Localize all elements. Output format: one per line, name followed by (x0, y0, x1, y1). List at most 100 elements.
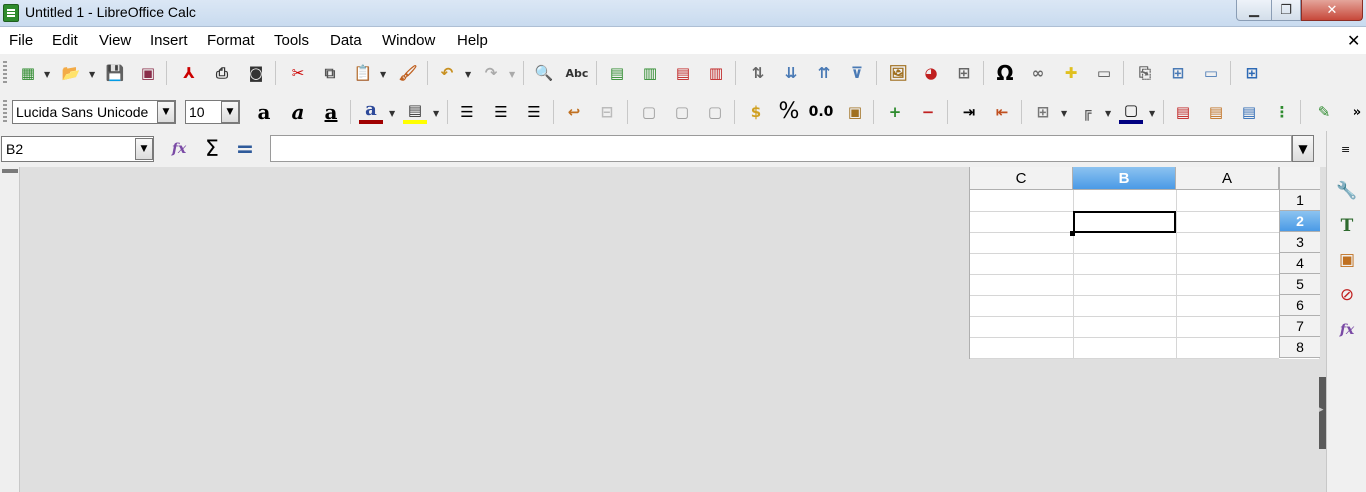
maximize-button[interactable]: ❐ (1271, 0, 1301, 21)
align-center-icon[interactable]: ☰ (489, 100, 513, 124)
comment-icon[interactable]: ✚ (1059, 61, 1083, 85)
insert-image-icon[interactable]: 🖼 (886, 61, 910, 85)
sum-icon[interactable]: Σ (200, 137, 224, 162)
bold-icon[interactable]: a (252, 100, 276, 124)
vertical-scrollbar[interactable] (0, 167, 20, 492)
align-right-icon[interactable]: ☰ (522, 100, 546, 124)
chevron-down-icon[interactable]: ▼ (89, 70, 95, 79)
save-icon[interactable]: 💾 (103, 61, 127, 85)
rows-icon[interactable]: ▤ (605, 61, 629, 85)
clone-formatting-icon[interactable]: 🖌 (396, 61, 420, 85)
split-handle[interactable] (2, 169, 18, 173)
menu-insert[interactable]: Insert (150, 32, 188, 49)
spreadsheet-grid[interactable]: C B A 1 2 3 4 5 6 7 8 (969, 167, 1320, 359)
print-preview-icon[interactable]: ◙ (244, 61, 268, 85)
chevron-down-icon[interactable]: ▼ (221, 101, 239, 123)
menu-window[interactable]: Window (382, 32, 435, 49)
paste-icon[interactable]: 📋 (351, 61, 375, 85)
delete-rows-icon[interactable]: ▤ (671, 61, 695, 85)
new-icon[interactable]: ▦ (16, 61, 40, 85)
chevron-down-icon[interactable]: ▼ (1061, 109, 1067, 118)
find-replace-icon[interactable]: 🔍 (532, 61, 556, 85)
menu-data[interactable]: Data (330, 32, 362, 49)
column-header-c[interactable]: C (970, 167, 1073, 190)
chevron-down-icon[interactable]: ▼ (44, 70, 50, 79)
open-icon[interactable]: 📂 (59, 61, 83, 85)
row-header-3[interactable]: 3 (1279, 232, 1320, 253)
wrap-text-icon[interactable]: ↩ (562, 100, 586, 124)
formula-icon[interactable]: = (233, 137, 257, 162)
autofilter-icon[interactable]: ⊽ (845, 61, 869, 85)
undo-icon[interactable]: ↶ (435, 61, 459, 85)
row-header-2[interactable]: 2 (1279, 211, 1320, 232)
close-window-button[interactable]: ✕ (1301, 0, 1363, 21)
border-color-icon[interactable]: ▢ (1119, 100, 1143, 124)
menu-format[interactable]: Format (207, 32, 255, 49)
chevron-down-icon[interactable]: ▼ (1149, 109, 1155, 118)
define-print-area-icon[interactable]: ⎘ (1133, 61, 1157, 85)
italic-icon[interactable]: a (286, 100, 310, 124)
minimize-button[interactable]: ▁ (1236, 0, 1272, 21)
navigator-icon[interactable]: ⊘ (1335, 283, 1359, 307)
insert-chart-icon[interactable]: ◕ (919, 61, 943, 85)
color-scale-icon[interactable]: ▤ (1204, 100, 1228, 124)
underline-icon[interactable]: a (319, 100, 343, 124)
gallery-icon[interactable]: ▣ (1335, 248, 1359, 272)
headers-footers-icon[interactable]: ▭ (1092, 61, 1116, 85)
sort-icon[interactable]: ⇈ (812, 61, 836, 85)
conditional-format-icon[interactable]: ▤ (1171, 100, 1195, 124)
font-color-icon[interactable]: a (359, 100, 383, 124)
row-header-4[interactable]: 4 (1279, 253, 1320, 274)
pivot-table-icon[interactable]: ⊞ (952, 61, 976, 85)
select-all-corner[interactable] (1279, 167, 1320, 190)
font-name-box[interactable]: Lucida Sans Unicode (12, 100, 176, 124)
chevron-down-icon[interactable]: ▼ (465, 70, 471, 79)
column-header-b[interactable]: B (1073, 167, 1176, 190)
functions-icon[interactable]: fx (1335, 318, 1359, 342)
number-format-icon[interactable]: 0.0 (809, 100, 834, 124)
menu-file[interactable]: File (9, 32, 33, 49)
percent-icon[interactable]: % (777, 100, 801, 124)
chevron-down-icon[interactable]: ▼ (433, 109, 439, 118)
menu-view[interactable]: View (99, 32, 131, 49)
styles-icon[interactable]: T (1335, 214, 1359, 238)
function-wizard-icon[interactable]: fx (167, 137, 191, 161)
spelling-icon[interactable]: Abc (565, 61, 589, 85)
export-pdf-icon[interactable]: ⅄ (177, 61, 201, 85)
menu-tools[interactable]: Tools (274, 32, 309, 49)
chevron-down-icon[interactable]: ▼ (1105, 109, 1111, 118)
delete-decimal-icon[interactable]: − (916, 100, 940, 124)
chevron-down-icon[interactable]: ▼ (389, 109, 395, 118)
chevron-down-icon[interactable]: ▼ (509, 70, 515, 79)
chevron-down-icon[interactable]: ▼ (157, 101, 175, 123)
add-decimal-icon[interactable]: + (883, 100, 907, 124)
chevron-down-icon[interactable]: ▼ (135, 138, 153, 160)
sort-ascending-icon[interactable]: ⇅ (746, 61, 770, 85)
sidebar-menu-icon[interactable]: ≡ (1341, 143, 1350, 156)
align-bottom-icon[interactable]: ▢ (703, 100, 727, 124)
row-header-5[interactable]: 5 (1279, 274, 1320, 295)
save-as-icon[interactable]: ▣ (136, 61, 160, 85)
align-middle-icon[interactable]: ▢ (670, 100, 694, 124)
expand-formula-icon[interactable]: ▼ (1292, 135, 1314, 162)
show-draw-functions-icon[interactable]: ⊞ (1240, 61, 1264, 85)
name-box[interactable]: B2 (1, 136, 154, 162)
align-left-icon[interactable]: ☰ (455, 100, 479, 124)
row-header-7[interactable]: 7 (1279, 316, 1320, 337)
copy-icon[interactable]: ⧉ (318, 61, 342, 85)
border-style-icon[interactable]: ╔ (1075, 100, 1099, 124)
merge-cells-icon[interactable]: ⊟ (595, 100, 619, 124)
overflow-chevron-icon[interactable]: » (1345, 100, 1366, 124)
align-top-icon[interactable]: ▢ (637, 100, 661, 124)
date-format-icon[interactable]: ▣ (843, 100, 867, 124)
toolbar-grip[interactable] (3, 100, 7, 124)
highlighting-icon[interactable]: ▤ (403, 100, 427, 124)
toolbar-grip[interactable] (3, 61, 7, 85)
split-window-icon[interactable]: ▭ (1199, 61, 1223, 85)
increase-indent-icon[interactable]: ⇥ (957, 100, 981, 124)
cell-cursor[interactable] (1070, 211, 1176, 236)
icon-set-icon[interactable]: ⋮ (1270, 100, 1294, 124)
row-header-8[interactable]: 8 (1279, 337, 1320, 358)
chevron-down-icon[interactable]: ▼ (380, 70, 386, 79)
hyperlink-icon[interactable]: ∞ (1026, 61, 1050, 85)
